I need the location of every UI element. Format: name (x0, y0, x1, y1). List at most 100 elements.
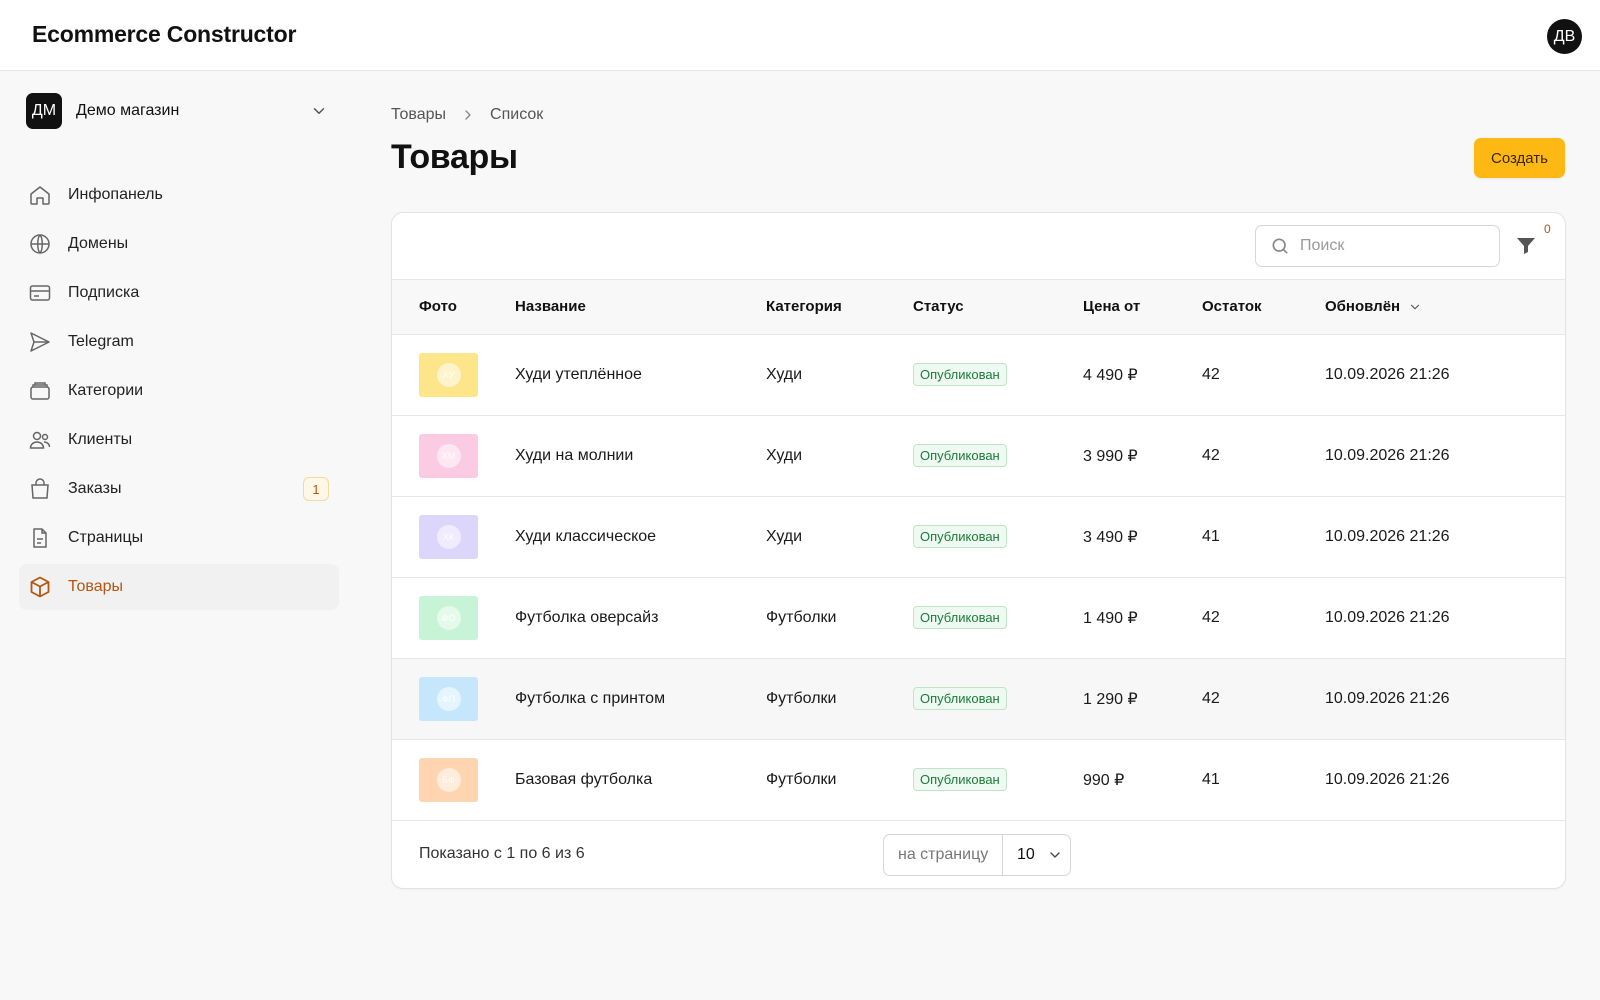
product-price: 3 990 ₽ (1083, 447, 1138, 465)
table-footer: Показано с 1 по 6 из 6 на страницу 10 (392, 821, 1565, 887)
product-stock: 42 (1202, 446, 1220, 464)
status-badge: Опубликован (913, 444, 1007, 467)
box-icon (28, 575, 52, 599)
top-bar: Ecommerce Constructor ДВ (0, 0, 1600, 71)
app-title: Ecommerce Constructor (32, 21, 297, 47)
product-updated: 10.09.2026 21:26 (1325, 365, 1450, 383)
shopping-bag-icon (28, 477, 52, 501)
product-name[interactable]: Худи классическое (515, 496, 766, 577)
column-header-updated-label: Обновлён (1325, 298, 1401, 316)
product-category: Футболки (766, 770, 837, 788)
per-page-select[interactable]: на страницу 10 (883, 833, 1071, 876)
product-stock: 41 (1202, 770, 1220, 788)
product-updated: 10.09.2026 21:26 (1325, 446, 1450, 464)
column-header-price[interactable]: Цена от (1083, 280, 1202, 335)
create-button[interactable]: Создать (1474, 138, 1565, 178)
store-switcher[interactable]: ДМ Демо магазин (26, 92, 336, 130)
sidebar-item-products[interactable]: Товары (19, 564, 339, 610)
store-name: Демо магазин (76, 102, 180, 119)
sidebar-item-clients[interactable]: Клиенты (19, 417, 339, 463)
product-thumbnail: ХК (419, 514, 478, 559)
per-page-dropdown[interactable]: 10 (1003, 846, 1070, 864)
product-thumbnail: БФ (419, 757, 478, 802)
product-price: 1 290 ₽ (1083, 690, 1138, 708)
product-category: Худи (766, 527, 803, 545)
search-field[interactable] (1255, 225, 1500, 267)
product-name[interactable]: Футболка оверсайз (515, 577, 766, 658)
product-name[interactable]: Худи утеплённое (515, 334, 766, 415)
column-header-stock[interactable]: Остаток (1202, 280, 1325, 335)
sidebar-item-label: Категории (68, 382, 144, 399)
sidebar-item-categories[interactable]: Категории (19, 368, 339, 414)
product-name[interactable]: Худи на молнии (515, 415, 766, 496)
product-updated: 10.09.2026 21:26 (1325, 527, 1450, 545)
sidebar-item-label: Telegram (68, 333, 134, 350)
product-category: Худи (766, 446, 803, 464)
product-category: Футболки (766, 608, 837, 626)
store-avatar: ДМ (26, 93, 62, 129)
product-price: 1 490 ₽ (1083, 609, 1138, 627)
sidebar-item-label: Заказы (68, 480, 122, 497)
product-category: Футболки (766, 689, 837, 707)
sidebar: ДМ Демо магазин Инфопанель Домены Подпис… (0, 72, 350, 1000)
status-badge: Опубликован (913, 687, 1007, 710)
document-icon (28, 526, 52, 550)
filter-button[interactable] (1514, 233, 1542, 261)
search-input[interactable] (1300, 237, 1480, 255)
sidebar-item-label: Страницы (68, 529, 144, 546)
table-row[interactable]: БФ Базовая футболка Футболки Опубликован… (392, 739, 1565, 820)
column-header-updated[interactable]: Обновлён (1325, 280, 1565, 335)
product-name[interactable]: Базовая футболка (515, 739, 766, 820)
table-row[interactable]: ХУ Худи утеплённое Худи Опубликован 4 49… (392, 334, 1565, 415)
breadcrumb: Товары Список (391, 106, 543, 124)
globe-icon (28, 232, 52, 256)
product-price: 3 490 ₽ (1083, 528, 1138, 546)
thumbnail-initials: ХМ (436, 443, 461, 468)
filter-icon (1517, 238, 1535, 254)
sidebar-item-domains[interactable]: Домены (19, 221, 339, 267)
product-name[interactable]: Футболка с принтом (515, 658, 766, 739)
products-table-card: 0 Фото Название Категория Статус Цена от… (391, 212, 1566, 889)
product-thumbnail: ФП (419, 676, 478, 721)
thumbnail-initials: БФ (436, 767, 461, 792)
products-table: Фото Название Категория Статус Цена от О… (392, 280, 1565, 821)
sidebar-item-subscription[interactable]: Подписка (19, 270, 339, 316)
table-row[interactable]: ХК Худи классическое Худи Опубликован 3 … (392, 496, 1565, 577)
product-updated: 10.09.2026 21:26 (1325, 770, 1450, 788)
sidebar-item-telegram[interactable]: Telegram (19, 319, 339, 365)
home-icon (28, 183, 52, 207)
table-row[interactable]: ФО Футболка оверсайз Футболки Опубликова… (392, 577, 1565, 658)
table-row[interactable]: ХМ Худи на молнии Худи Опубликован 3 990… (392, 415, 1565, 496)
sidebar-item-dashboard[interactable]: Инфопанель (19, 172, 339, 218)
thumbnail-initials: ХУ (436, 362, 461, 387)
breadcrumb-root-link[interactable]: Товары (391, 106, 446, 124)
per-page-value: 10 (1017, 845, 1035, 863)
status-badge: Опубликован (913, 606, 1007, 629)
breadcrumb-current: Список (490, 106, 544, 123)
credit-card-icon (28, 281, 52, 305)
product-stock: 41 (1202, 527, 1220, 545)
thumbnail-initials: ФП (436, 686, 461, 711)
status-badge: Опубликован (913, 363, 1007, 386)
column-header-status[interactable]: Статус (913, 280, 1083, 335)
table-header-row: Фото Название Категория Статус Цена от О… (392, 280, 1565, 335)
pagination-summary: Показано с 1 по 6 из 6 (419, 844, 585, 862)
thumbnail-initials: ХК (436, 524, 461, 549)
sidebar-item-label: Инфопанель (68, 186, 163, 203)
sidebar-item-orders[interactable]: Заказы 1 (19, 466, 339, 512)
user-avatar[interactable]: ДВ (1547, 19, 1582, 54)
send-icon (28, 330, 52, 354)
page-title: Товары (391, 138, 518, 176)
product-price: 4 490 ₽ (1083, 366, 1138, 384)
column-header-category[interactable]: Категория (766, 280, 913, 335)
product-thumbnail: ХУ (419, 352, 478, 397)
product-thumbnail: ХМ (419, 433, 478, 478)
column-header-name[interactable]: Название (515, 280, 766, 335)
sort-chevron-down-icon (1411, 304, 1420, 310)
orders-count-badge: 1 (303, 477, 329, 501)
sidebar-item-pages[interactable]: Страницы (19, 515, 339, 561)
sidebar-item-label: Товары (68, 578, 124, 595)
product-category: Худи (766, 365, 803, 383)
table-row[interactable]: ФП Футболка с принтом Футболки Опубликов… (392, 658, 1565, 739)
chevron-down-icon (313, 108, 325, 114)
